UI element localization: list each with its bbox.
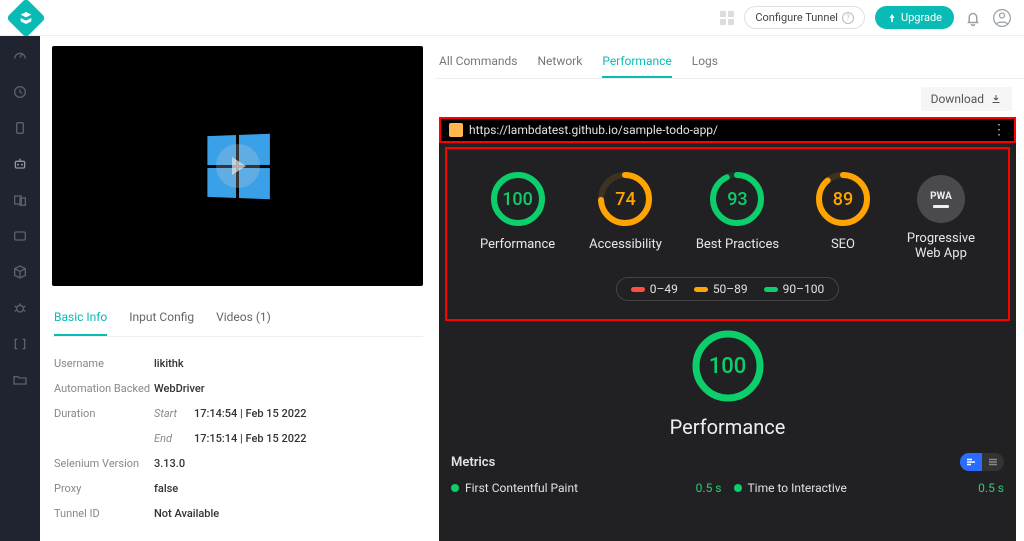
duration-label: Duration [54,407,154,420]
report-url: https://lambdatest.github.io/sample-todo… [469,123,718,137]
tunnel-id-value: Not Available [154,507,219,520]
more-options-icon[interactable]: ⋮ [992,123,1006,137]
pwa-badge-icon: PWA [917,175,965,223]
score-legend: 0–49 50–89 90–100 [616,277,840,301]
automation-backed-label: Automation Backed [54,382,154,395]
info-tabs: Basic Info Input Config Videos (1) [52,300,423,337]
sidebar-item-folder[interactable] [0,364,40,396]
sidebar-item-brackets[interactable] [0,328,40,360]
sidebar-item-robot[interactable] [0,148,40,180]
legend-low-label: 0–49 [650,282,678,296]
tab-network[interactable]: Network [537,46,582,78]
results-tabs: All Commands Network Performance Logs [435,46,1024,79]
metric-fcp-value: 0.5 s [696,481,722,495]
brand-logo [6,0,46,37]
score-row: 100 Performance 74 Accessibility 93 Best… [447,149,1008,273]
upgrade-arrow-icon [887,13,897,23]
metrics-view-toggle[interactable] [960,453,1004,471]
metrics-row: First Contentful Paint 0.5 s Time to Int… [439,475,1016,495]
lighthouse-report: https://lambdatest.github.io/sample-todo… [439,117,1016,541]
tab-performance[interactable]: Performance [602,46,671,78]
view-toggle-list-icon[interactable] [982,453,1004,471]
metrics-heading: Metrics [451,455,495,470]
legend-mid-swatch [694,287,708,292]
sidebar-item-cube[interactable] [0,256,40,288]
score-pwa-label: Progressive Web App [907,231,975,261]
apps-grid-icon[interactable] [720,11,734,25]
left-panel: Basic Info Input Config Videos (1) Usern… [40,36,435,541]
metric-tti-label: Time to Interactive [748,481,847,495]
metric-tti-value: 0.5 s [978,481,1004,495]
tab-videos[interactable]: Videos (1) [216,300,271,336]
tab-logs[interactable]: Logs [692,46,718,78]
score-seo-label: SEO [813,237,873,252]
big-score-value: 100 [689,327,767,405]
selenium-version-label: Selenium Version [54,457,154,470]
play-icon[interactable] [216,144,260,188]
tab-basic-info[interactable]: Basic Info [54,300,107,336]
metric-fcp-label: First Contentful Paint [465,481,578,495]
end-value: 17:15:14 | Feb 15 2022 [194,432,307,445]
basic-info-table: Usernamelikithk Automation BackedWebDriv… [52,337,423,526]
score-accessibility-value: 74 [595,169,655,229]
left-sidebar [0,36,40,541]
download-button[interactable]: Download [921,87,1012,111]
upgrade-button[interactable]: Upgrade [875,6,954,29]
start-label: Start [154,407,194,420]
proxy-value: false [154,482,178,495]
legend-mid-label: 50–89 [713,282,748,296]
legend-low-swatch [631,287,645,292]
lighthouse-icon [449,123,463,137]
score-best-practices[interactable]: 93 Best Practices [696,169,779,261]
score-performance-label: Performance [480,237,555,252]
performance-detail: 100 Performance [439,321,1016,439]
score-best-practices-label: Best Practices [696,237,779,252]
notifications-icon[interactable] [964,9,982,27]
download-label: Download [931,92,984,106]
score-seo[interactable]: 89 SEO [813,169,873,261]
score-accessibility-label: Accessibility [589,237,662,252]
score-performance-value: 100 [488,169,548,229]
tab-all-commands[interactable]: All Commands [439,46,517,78]
configure-tunnel-label: Configure Tunnel [755,11,838,24]
report-url-bar: https://lambdatest.github.io/sample-todo… [439,117,1016,143]
sidebar-item-clock[interactable] [0,76,40,108]
end-label: End [154,432,194,445]
sidebar-item-settings[interactable] [0,220,40,252]
tunnel-id-label: Tunnel ID [54,507,154,520]
username-label: Username [54,357,154,370]
sidebar-item-device[interactable] [0,112,40,144]
score-accessibility[interactable]: 74 Accessibility [589,169,662,261]
profile-icon[interactable] [992,8,1012,28]
big-score-label: Performance [439,415,1016,439]
score-best-practices-value: 93 [707,169,767,229]
help-icon: ? [842,12,854,24]
right-panel: All Commands Network Performance Logs Do… [435,36,1024,541]
score-seo-value: 89 [813,169,873,229]
username-value: likithk [154,357,184,370]
top-bar: Configure Tunnel ? Upgrade [0,0,1024,36]
start-value: 17:14:54 | Feb 15 2022 [194,407,307,420]
automation-backed-value: WebDriver [154,382,205,395]
upgrade-label: Upgrade [901,11,942,24]
scores-highlight: 100 Performance 74 Accessibility 93 Best… [445,147,1010,321]
status-dot-icon [734,484,742,492]
metric-fcp: First Contentful Paint 0.5 s [451,481,722,495]
view-toggle-bars-icon[interactable] [960,453,982,471]
tab-input-config[interactable]: Input Config [129,300,194,336]
sidebar-item-bug[interactable] [0,292,40,324]
sidebar-item-devices[interactable] [0,184,40,216]
video-preview[interactable] [52,46,423,286]
sidebar-item-gauge[interactable] [0,40,40,72]
score-pwa[interactable]: PWA Progressive Web App [907,169,975,261]
legend-high-label: 90–100 [783,282,825,296]
proxy-label: Proxy [54,482,154,495]
metric-tti: Time to Interactive 0.5 s [734,481,1005,495]
download-icon [990,93,1002,105]
score-performance[interactable]: 100 Performance [480,169,555,261]
status-dot-icon [451,484,459,492]
configure-tunnel-button[interactable]: Configure Tunnel ? [744,6,865,29]
selenium-version-value: 3.13.0 [154,457,185,470]
legend-high-swatch [764,287,778,292]
